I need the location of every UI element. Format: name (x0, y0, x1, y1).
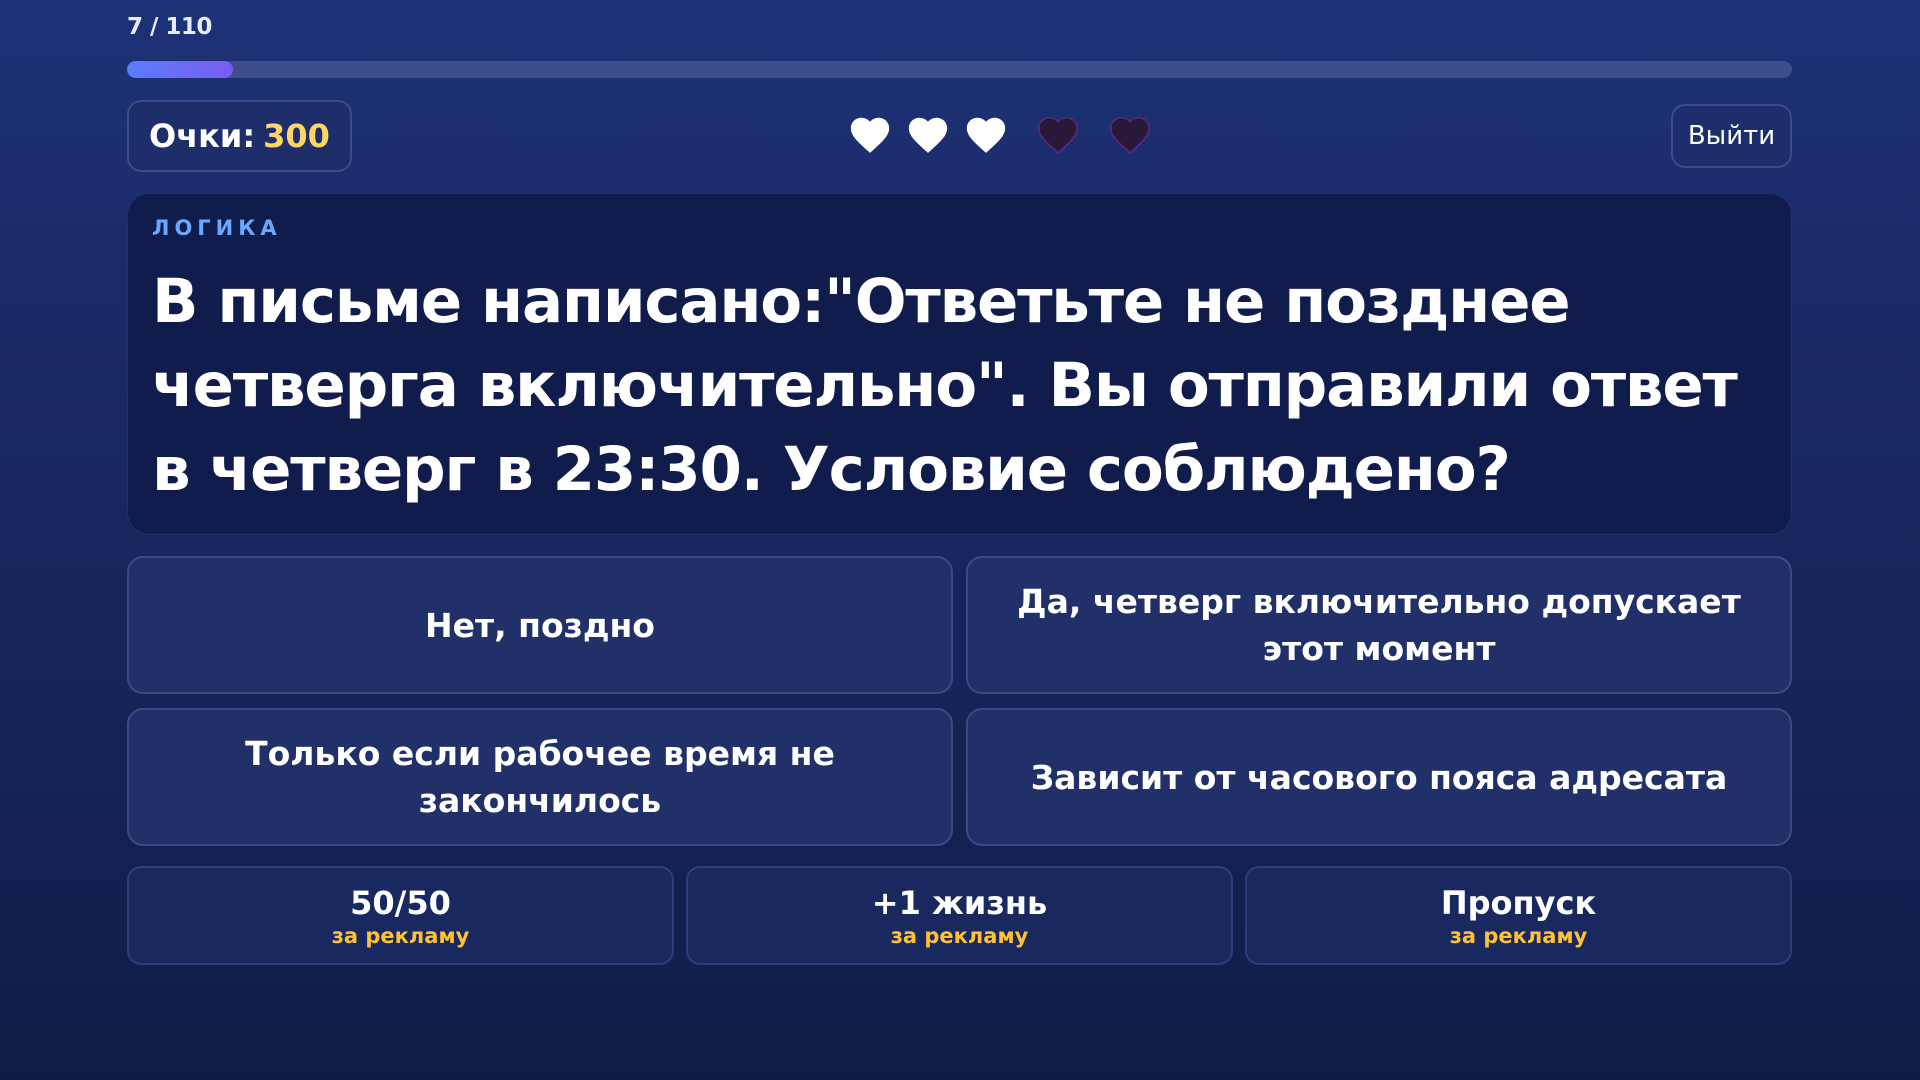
heart-full-icon (966, 117, 1006, 153)
answer-option-4[interactable]: Зависит от часового пояса адресата (966, 708, 1792, 846)
question-category: ЛОГИКА (152, 216, 282, 240)
powerup-bar: 50/50 за рекламу +1 жизнь за рекламу Про… (127, 866, 1792, 965)
heart-empty-icon (1038, 116, 1078, 154)
heart-full-icon (908, 117, 948, 153)
heart-empty-icon (1110, 116, 1150, 154)
lives-indicator (847, 112, 1153, 158)
powerup-title: +1 жизнь (871, 883, 1048, 922)
powerup-extra-life-button[interactable]: +1 жизнь за рекламу (686, 866, 1233, 965)
score-box: Очки: 300 (127, 100, 352, 172)
powerup-subtitle: за рекламу (1449, 923, 1588, 948)
answer-option-2[interactable]: Да, четверг включительно допускает этот … (966, 556, 1792, 694)
question-card: ЛОГИКА В письме написано:"Ответьте не по… (127, 193, 1792, 535)
heart-full-icon (850, 117, 890, 153)
progress-bar-fill (127, 61, 233, 78)
answer-option-1[interactable]: Нет, поздно (127, 556, 953, 694)
powerup-skip-button[interactable]: Пропуск за рекламу (1245, 866, 1792, 965)
powerup-title: 50/50 (350, 883, 451, 922)
question-text: В письме написано:"Ответьте не позднее ч… (152, 266, 1738, 505)
powerup-fifty-fifty-button[interactable]: 50/50 за рекламу (127, 866, 674, 965)
answer-option-3[interactable]: Только если рабочее время не закончилось (127, 708, 953, 846)
powerup-title: Пропуск (1440, 883, 1597, 922)
powerup-subtitle: за рекламу (890, 923, 1029, 948)
powerup-subtitle: за рекламу (331, 923, 470, 948)
exit-button[interactable]: Выйти (1671, 104, 1792, 168)
progress-counter: 7 / 110 (127, 14, 212, 40)
answer-options: Нет, поздно Да, четверг включительно доп… (127, 556, 1792, 846)
progress-bar (127, 61, 1792, 78)
score-label: Очки: (149, 117, 256, 155)
score-value: 300 (263, 117, 330, 155)
